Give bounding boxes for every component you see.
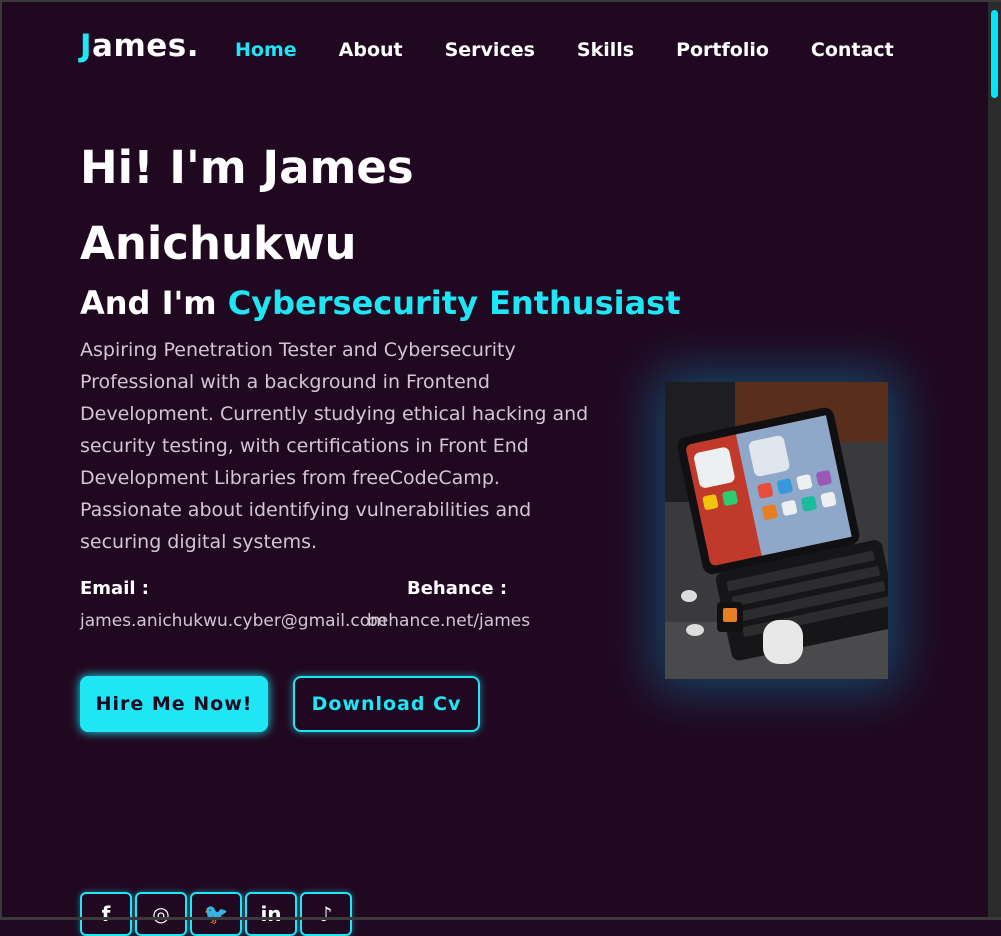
scrollbar-thumb[interactable] xyxy=(991,10,998,98)
hero-subtitle-prefix: And I'm xyxy=(80,284,228,322)
behance-label: Behance : xyxy=(407,578,508,599)
linkedin-icon[interactable]: in xyxy=(245,892,297,936)
social-links: f ◎ 🐦 in ♪ xyxy=(80,892,355,936)
logo[interactable]: James. xyxy=(80,28,199,64)
nav-item-home[interactable]: Home xyxy=(235,39,297,61)
nav-item-contact[interactable]: Contact xyxy=(811,39,894,61)
hero-title: Hi! I'm James Anichukwu xyxy=(80,141,414,270)
hero-subtitle: And I'm Cybersecurity Enthusiast xyxy=(80,284,681,322)
hero-image xyxy=(665,382,888,679)
nav-item-portfolio[interactable]: Portfolio xyxy=(676,39,769,61)
email-value[interactable]: james.anichukwu.cyber@gmail.com xyxy=(80,611,387,631)
scrollbar[interactable] xyxy=(988,2,1001,917)
email-label: Email : xyxy=(80,578,150,599)
twitter-icon[interactable]: 🐦 xyxy=(190,892,242,936)
behance-value[interactable]: behance.net/james xyxy=(367,611,530,631)
nav-item-services[interactable]: Services xyxy=(445,39,535,61)
tiktok-icon[interactable]: ♪ xyxy=(300,892,352,936)
instagram-icon[interactable]: ◎ xyxy=(135,892,187,936)
download-cv-button[interactable]: Download Cv xyxy=(293,676,480,732)
facebook-icon[interactable]: f xyxy=(80,892,132,936)
main-nav: Home About Services Skills Portfolio Con… xyxy=(235,39,894,61)
tablet-keyboard-photo xyxy=(665,382,888,679)
hire-me-button[interactable]: Hire Me Now! xyxy=(80,676,268,732)
hero-description: Aspiring Penetration Tester and Cybersec… xyxy=(80,339,589,553)
hero-subtitle-role: Cybersecurity Enthusiast xyxy=(227,284,681,322)
logo-text: ames. xyxy=(92,28,200,64)
nav-item-skills[interactable]: Skills xyxy=(577,39,634,61)
logo-initial: J xyxy=(80,28,93,64)
nav-item-about[interactable]: About xyxy=(339,39,403,61)
